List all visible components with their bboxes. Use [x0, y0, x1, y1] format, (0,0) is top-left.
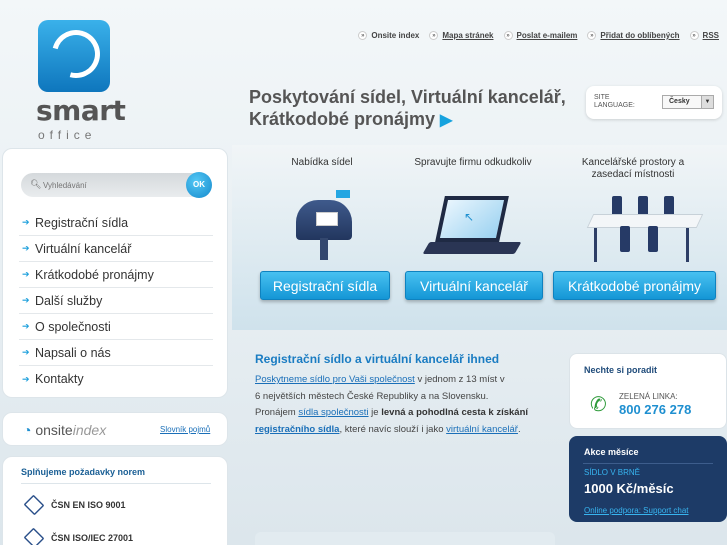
link-virtualni-kancelar[interactable]: virtuální kancelář	[446, 424, 518, 435]
logo-word-smart: smart	[36, 94, 126, 127]
bullet-arrow-icon: »	[503, 31, 513, 40]
feature-title-kancelarske: Kancelářské prostory a zasedací místnost…	[581, 157, 685, 180]
onsite-logo-icon: ◔	[23, 422, 32, 438]
promo-divider	[583, 463, 713, 464]
language-label: SITE LANGUAGE:	[594, 94, 635, 109]
laptop-icon: ↖	[422, 196, 526, 260]
content-text: Poskytneme sídlo pro Vaši společnost v j…	[255, 374, 529, 435]
cta-virtualni-kancelar[interactable]: Virtuální kancelář	[405, 271, 543, 300]
support-chat-link[interactable]: Online podpora: Support chat	[584, 506, 689, 515]
top-link-rss[interactable]: » RSS	[689, 31, 719, 40]
arrow-right-icon: ➔	[22, 269, 30, 279]
bullet-arrow-icon: »	[689, 31, 699, 40]
sidebar-item-virtualni-kancelar[interactable]: ➔ Virtuální kancelář	[19, 236, 213, 262]
arrow-right-icon: ➔	[22, 347, 30, 357]
link-poskytneme-sidlo[interactable]: Poskytneme sídlo pro Vaši společnost	[255, 374, 415, 385]
link-registracniho-sidla[interactable]: registračního sídla	[255, 424, 339, 435]
sidebar-item-o-spolecnosti[interactable]: ➔ O společnosti	[19, 314, 213, 340]
top-link-sitemap[interactable]: » Mapa stránek	[429, 31, 494, 40]
logo-word-office: office	[38, 128, 97, 142]
top-link-email[interactable]: » Poslat e-mailem	[503, 31, 577, 40]
content-bottom-box	[255, 532, 555, 545]
language-select[interactable]: Česky ▼	[662, 95, 714, 109]
advice-panel: Nechte si poradit ✆ ZELENÁ LINKA: 800 27…	[569, 353, 727, 429]
top-link-favorites[interactable]: » Přidat do oblíbených	[587, 31, 680, 40]
sidebar-nav-panel: 🔍︎ OK ➔Registrační sídla ➔Virtuální kanc…	[2, 148, 228, 398]
bullet-arrow-icon: »	[358, 31, 368, 40]
norm-iso-27001: ČSN ISO/IEC 27001	[23, 527, 133, 545]
sidebar-menu: ➔ Registrační sídla ➔ Virtuální kancelář ➔…	[19, 210, 213, 392]
speech-bubble-logo-icon	[38, 20, 110, 92]
promo-panel: Akce měsíce SÍDLO V BRNĚ 1000 Kč/měsíc O…	[569, 436, 727, 522]
norm-iso-9001: ČSN EN ISO 9001	[23, 494, 126, 516]
arrow-right-icon: ➔	[22, 321, 30, 331]
onsite-index-panel: ◔ onsiteindex Slovník pojmů	[2, 412, 228, 446]
smart-office-logo[interactable]: smart office	[36, 18, 126, 142]
content-title: Registrační sídlo a virtuální kancelář i…	[255, 352, 500, 366]
certification-logo-icon	[23, 494, 45, 516]
cta-kratkodobe-pronajmy[interactable]: Krátkodobé pronájmy	[553, 271, 716, 300]
top-links: » Onsite index » Mapa stránek » Poslat e…	[358, 31, 719, 40]
phone-icon: ✆	[590, 394, 607, 416]
search-input[interactable]	[43, 178, 183, 192]
meeting-table-icon	[586, 194, 708, 262]
sidebar-item-napsali-o-nas[interactable]: ➔ Napsali o nás	[19, 340, 213, 366]
cta-registracni-sidla[interactable]: Registrační sídla	[260, 271, 390, 300]
sidebar-item-kratkodobe-pronajmy[interactable]: ➔ Krátkodobé pronájmy	[19, 262, 213, 288]
search-ok-button[interactable]: OK	[186, 172, 212, 198]
green-line-number[interactable]: 800 276 278	[619, 402, 691, 417]
search-icon: 🔍︎	[30, 179, 42, 189]
arrow-right-icon: ➔	[22, 373, 30, 384]
advice-title: Nechte si poradit	[584, 365, 658, 375]
page-headline: Poskytování sídel, Virtuální kancelář, K…	[249, 86, 579, 132]
language-selector-box: SITE LANGUAGE: Česky ▼	[586, 86, 722, 119]
bullet-arrow-icon: »	[429, 31, 439, 40]
headline-line-2[interactable]: Krátkodobé pronájmy ▶	[249, 108, 579, 132]
promo-price: 1000 Kč/měsíc	[584, 481, 674, 496]
feature-title-virtualni: Spravujte firmu odkudkoliv	[414, 157, 532, 168]
search-bar: 🔍︎ OK	[21, 172, 212, 198]
feature-title-registracni: Nabídka sídel	[291, 157, 353, 168]
arrow-right-icon: ➔	[22, 243, 30, 253]
promo-subtitle: SÍDLO V BRNĚ	[584, 468, 641, 477]
mailbox-icon	[296, 190, 356, 262]
norms-title: Splňujeme požadavky norem	[21, 467, 211, 484]
arrow-right-icon: ➔	[22, 217, 30, 227]
sidebar-item-kontakty[interactable]: ➔ Kontakty	[19, 366, 213, 392]
headline-line-1: Poskytování sídel, Virtuální kancelář,	[249, 87, 566, 107]
green-line-label: ZELENÁ LINKA:	[619, 392, 678, 401]
onsite-index-logo[interactable]: ◔ onsiteindex	[23, 422, 106, 438]
sidebar-item-registracni-sidla[interactable]: ➔ Registrační sídla	[19, 210, 213, 236]
promo-title: Akce měsíce	[584, 447, 639, 457]
top-link-onsite-index[interactable]: » Onsite index	[358, 31, 419, 40]
chevron-down-icon: ▼	[701, 96, 713, 108]
arrow-right-icon: ➔	[22, 295, 30, 305]
bullet-arrow-icon: »	[587, 31, 597, 40]
sidebar-item-dalsi-sluzby[interactable]: ➔ Další služby	[19, 288, 213, 314]
certification-logo-icon	[23, 527, 45, 545]
link-sidla-spolecnosti[interactable]: sídla společnosti	[298, 407, 368, 418]
norms-panel: Splňujeme požadavky norem ČSN EN ISO 900…	[2, 456, 228, 545]
play-arrow-icon: ▶	[440, 112, 453, 129]
glossary-link[interactable]: Slovník pojmů	[160, 425, 210, 434]
